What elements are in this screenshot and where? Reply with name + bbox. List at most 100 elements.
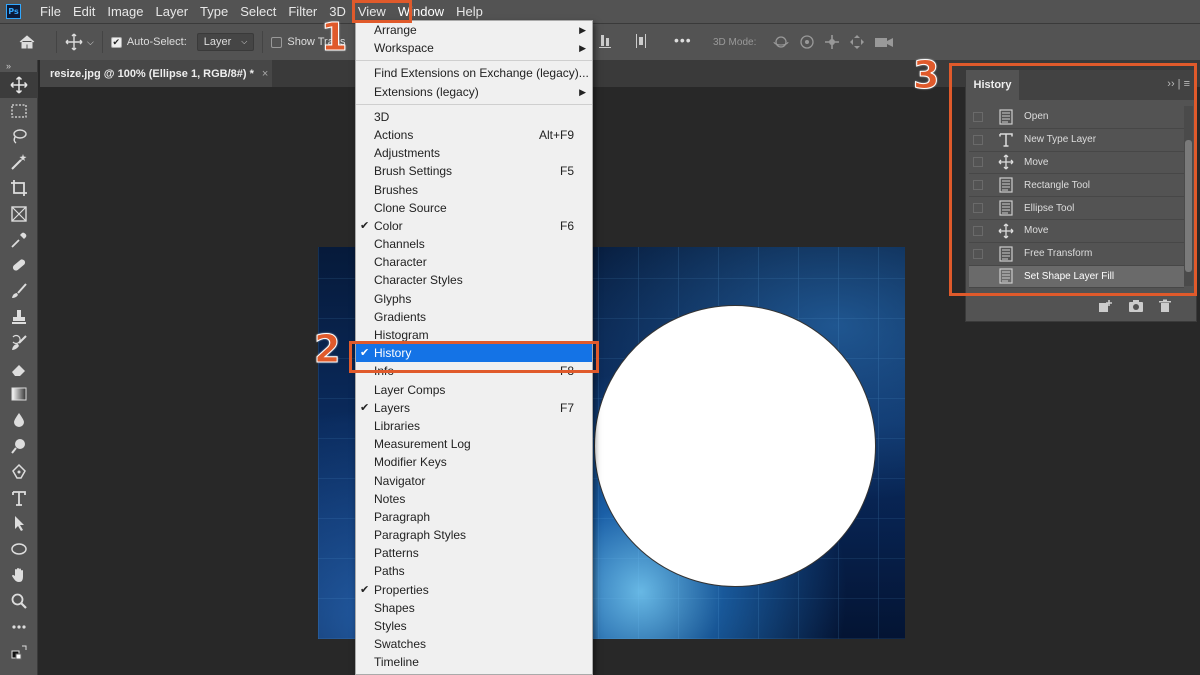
white-ellipse-shape[interactable] bbox=[594, 305, 876, 587]
window-menu-item-swatches[interactable]: Swatches bbox=[356, 635, 592, 653]
window-menu-item-styles[interactable]: Styles bbox=[356, 617, 592, 635]
menu-type[interactable]: Type bbox=[194, 0, 234, 23]
zoom-tool-icon[interactable] bbox=[0, 588, 38, 614]
history-brush-tool-icon[interactable] bbox=[0, 330, 38, 356]
brush-tool-icon[interactable] bbox=[0, 278, 38, 304]
collapse-toolbar-icon[interactable]: » bbox=[0, 60, 37, 72]
window-menu-item-arrange[interactable]: Arrange ▶ bbox=[356, 21, 592, 39]
foreground-background-color-icon[interactable] bbox=[0, 640, 38, 666]
chevron-down-icon[interactable]: ⌵ bbox=[87, 37, 94, 48]
window-menu-item-glyphs[interactable]: Glyphs bbox=[356, 290, 592, 308]
new-document-from-state-icon[interactable] bbox=[1098, 299, 1114, 318]
trash-icon[interactable] bbox=[1158, 299, 1172, 318]
window-menu-item-actions[interactable]: Actions Alt+F9 bbox=[356, 126, 592, 144]
window-menu-item-channels[interactable]: Channels bbox=[356, 235, 592, 253]
new-snapshot-camera-icon[interactable] bbox=[1128, 299, 1144, 318]
document-tab[interactable]: resize.jpg @ 100% (Ellipse 1, RGB/8#) * … bbox=[40, 60, 272, 87]
window-menu-item-patterns[interactable]: Patterns bbox=[356, 544, 592, 562]
window-menu-item-modifier-keys[interactable]: Modifier Keys bbox=[356, 453, 592, 471]
window-menu-item-shapes[interactable]: Shapes bbox=[356, 599, 592, 617]
window-menu-item-label: Modifier Keys bbox=[374, 455, 447, 470]
auto-select-target-select[interactable]: Layer ⌵ bbox=[196, 33, 255, 51]
window-menu-item-properties[interactable]: ✔ Properties bbox=[356, 581, 592, 599]
window-menu-item-shortcut: F7 bbox=[559, 400, 574, 415]
window-menu-item-label: Extensions (legacy) bbox=[374, 84, 479, 99]
window-menu-item-label: Layers bbox=[374, 400, 411, 415]
annotation-number-2: 2 bbox=[313, 327, 341, 371]
menu-bar: Ps File Edit Image Layer Type Select Fil… bbox=[0, 0, 1200, 23]
window-menu-item-brush-settings[interactable]: Brush Settings F5 bbox=[356, 162, 592, 180]
window-menu-item-color[interactable]: ✔ Color F6 bbox=[356, 217, 592, 235]
hand-tool-icon[interactable] bbox=[0, 562, 38, 588]
eraser-tool-icon[interactable] bbox=[0, 356, 38, 382]
window-menu-item-workspace[interactable]: Workspace ▶ bbox=[356, 39, 592, 57]
photoshop-window: Ps File Edit Image Layer Type Select Fil… bbox=[0, 0, 1200, 675]
home-icon[interactable] bbox=[18, 33, 36, 51]
close-tab-icon[interactable]: × bbox=[262, 68, 268, 80]
window-menu-item-label: Paths bbox=[374, 564, 405, 579]
dodge-tool-icon[interactable] bbox=[0, 433, 38, 459]
3d-roll-icon[interactable] bbox=[798, 33, 816, 51]
more-options-icon[interactable]: ••• bbox=[674, 32, 692, 48]
show-transform-checkbox[interactable] bbox=[271, 36, 283, 48]
window-menu-item-character[interactable]: Character bbox=[356, 253, 592, 271]
window-menu-item-adjustments[interactable]: Adjustments bbox=[356, 144, 592, 162]
move-tool-preset-icon[interactable] bbox=[65, 33, 83, 51]
window-menu-item-clone-source[interactable]: Clone Source bbox=[356, 199, 592, 217]
window-menu-item-label: Properties bbox=[374, 582, 429, 597]
clone-stamp-tool-icon[interactable] bbox=[0, 304, 38, 330]
window-menu-item-timeline[interactable]: Timeline bbox=[356, 653, 592, 671]
healing-brush-tool-icon[interactable] bbox=[0, 253, 38, 279]
pen-tool-icon[interactable] bbox=[0, 459, 38, 485]
window-menu-item-layer-comps[interactable]: Layer Comps bbox=[356, 381, 592, 399]
menu-file[interactable]: File bbox=[34, 0, 67, 23]
window-menu-item-notes[interactable]: Notes bbox=[356, 490, 592, 508]
window-menu-item-find-extensions-on-exchange-legacy[interactable]: Find Extensions on Exchange (legacy)... bbox=[356, 64, 592, 82]
document-tab-title: resize.jpg @ 100% (Ellipse 1, RGB/8#) * bbox=[50, 67, 254, 80]
frame-tool-icon[interactable] bbox=[0, 201, 38, 227]
window-menu-item-extensions-legacy[interactable]: Extensions (legacy) ▶ bbox=[356, 83, 592, 101]
window-menu-item-measurement-log[interactable]: Measurement Log bbox=[356, 435, 592, 453]
menu-select[interactable]: Select bbox=[234, 0, 282, 23]
3d-slide-icon[interactable] bbox=[848, 33, 866, 51]
window-menu-item-label: Paragraph bbox=[374, 509, 431, 524]
more-tools-icon[interactable] bbox=[0, 614, 38, 640]
3d-pan-icon[interactable] bbox=[823, 33, 841, 51]
window-menu-item-paths[interactable]: Paths bbox=[356, 562, 592, 580]
submenu-arrow-icon: ▶ bbox=[579, 43, 586, 54]
window-menu-item-brushes[interactable]: Brushes bbox=[356, 181, 592, 199]
magic-wand-tool-icon[interactable] bbox=[0, 149, 38, 175]
checkmark-icon: ✔ bbox=[360, 401, 370, 414]
3d-orbit-icon[interactable] bbox=[772, 33, 790, 51]
window-menu-item-label: Notes bbox=[374, 491, 406, 506]
menu-edit[interactable]: Edit bbox=[67, 0, 101, 23]
window-menu-item-paragraph-styles[interactable]: Paragraph Styles bbox=[356, 526, 592, 544]
window-menu-item-3d[interactable]: 3D bbox=[356, 108, 592, 126]
path-selection-tool-icon[interactable] bbox=[0, 511, 38, 537]
blur-tool-icon[interactable] bbox=[0, 407, 38, 433]
type-tool-icon[interactable] bbox=[0, 485, 38, 511]
window-menu-item-paragraph[interactable]: Paragraph bbox=[356, 508, 592, 526]
menu-image[interactable]: Image bbox=[101, 0, 149, 23]
distribute-icon[interactable] bbox=[634, 33, 648, 49]
menu-separator bbox=[356, 60, 592, 62]
gradient-tool-icon[interactable] bbox=[0, 382, 38, 408]
window-menu-item-label: Patterns bbox=[374, 546, 419, 561]
lasso-tool-icon[interactable] bbox=[0, 124, 38, 150]
crop-tool-icon[interactable] bbox=[0, 175, 38, 201]
window-menu-item-libraries[interactable]: Libraries bbox=[356, 417, 592, 435]
window-menu-item-gradients[interactable]: Gradients bbox=[356, 308, 592, 326]
window-menu-item-label: Glyphs bbox=[374, 291, 412, 306]
move-tool-icon[interactable] bbox=[0, 72, 38, 98]
window-menu-item-navigator[interactable]: Navigator bbox=[356, 472, 592, 490]
menu-filter[interactable]: Filter bbox=[282, 0, 323, 23]
menu-layer[interactable]: Layer bbox=[150, 0, 195, 23]
align-bottom-icon[interactable] bbox=[598, 33, 612, 49]
eyedropper-tool-icon[interactable] bbox=[0, 227, 38, 253]
auto-select-checkbox[interactable]: ✔ bbox=[110, 36, 122, 48]
window-menu-item-character-styles[interactable]: Character Styles bbox=[356, 271, 592, 289]
window-menu-item-layers[interactable]: ✔ Layers F7 bbox=[356, 399, 592, 417]
3d-camera-icon[interactable] bbox=[874, 34, 894, 50]
marquee-tool-icon[interactable] bbox=[0, 98, 38, 124]
ellipse-tool-icon[interactable] bbox=[0, 536, 38, 562]
